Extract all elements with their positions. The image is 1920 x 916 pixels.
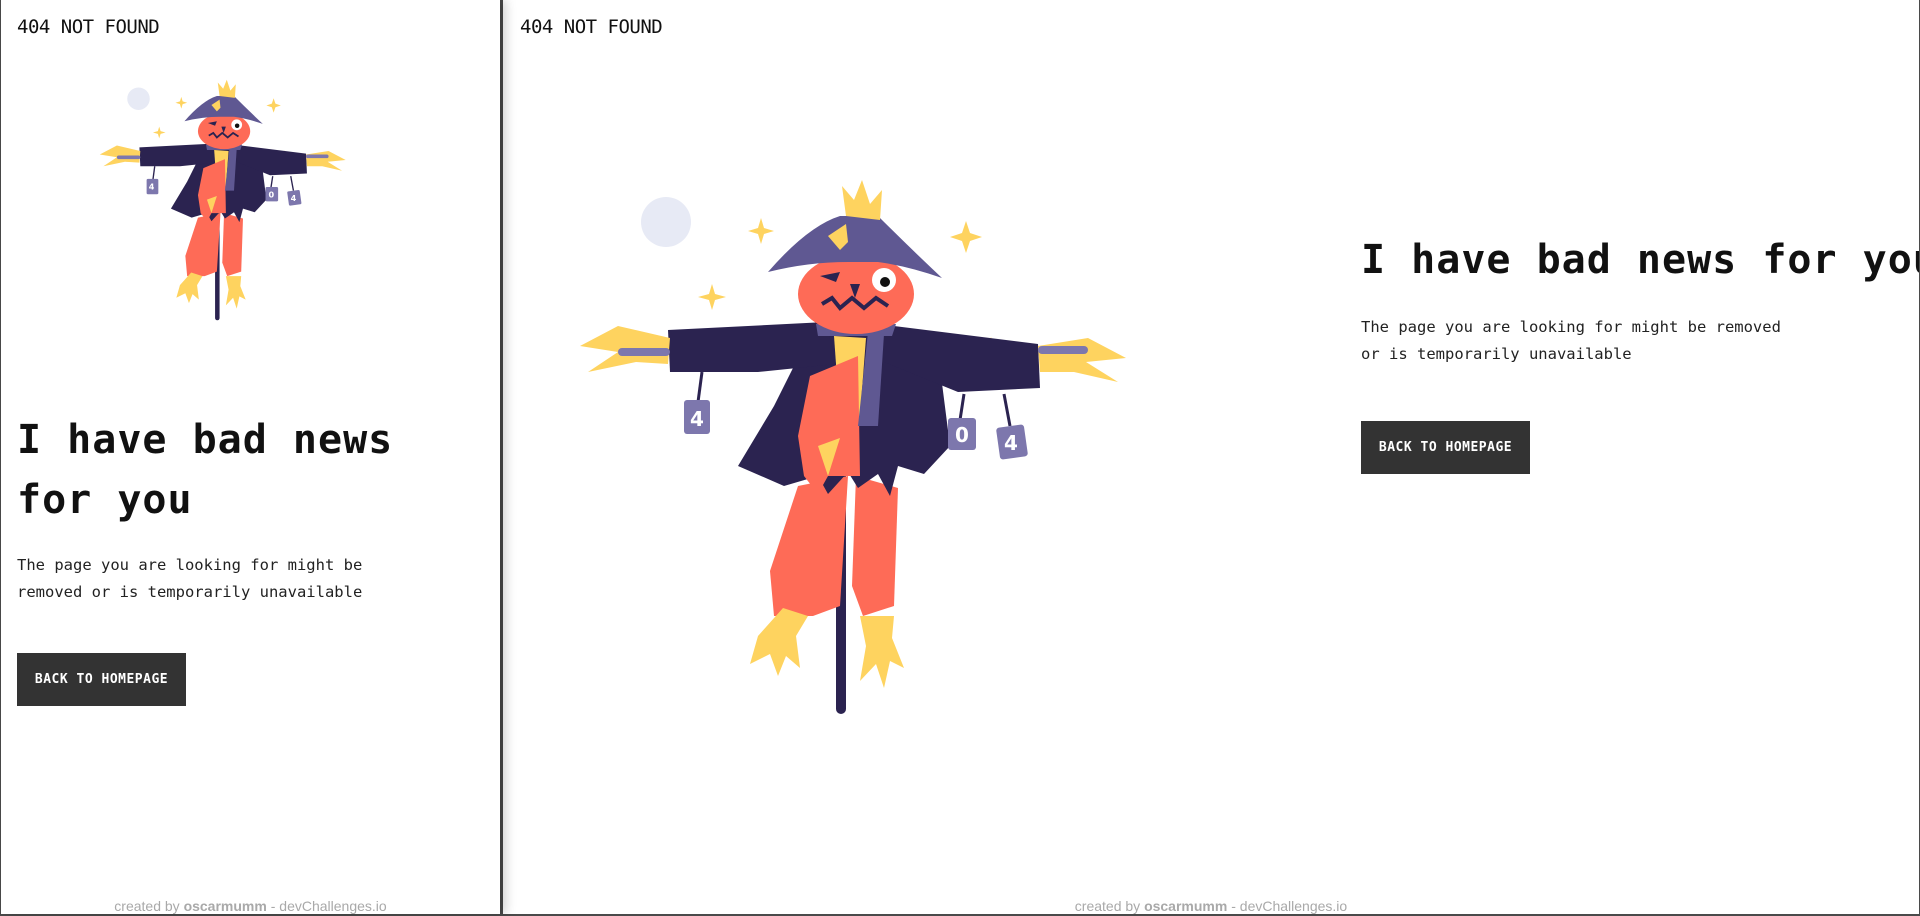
back-to-homepage-button[interactable]: BACK TO HOMEPAGE — [17, 653, 186, 706]
footer-separator: - — [266, 898, 280, 914]
desktop-preview-panel: 404 NOT FOUND 4 0 4 I have bad news for … — [503, 0, 1919, 914]
can-label-1: 4 — [690, 407, 704, 431]
page-heading: I have bad news for you — [17, 417, 394, 523]
scarecrow-illustration-icon: 4 0 4 — [97, 78, 407, 332]
footer-author-link[interactable]: oscarmumm — [184, 898, 267, 914]
scarecrow-illustration-icon: 4 0 4 — [578, 176, 1258, 740]
can-label-3: 4 — [291, 193, 297, 203]
footer-credit: created by oscarmumm - devChallenges.io — [1, 898, 500, 914]
brand-title: 404 NOT FOUND — [520, 16, 663, 38]
can-label-2: 0 — [269, 189, 275, 199]
page-description: The page you are looking for might be re… — [17, 556, 363, 601]
footer-created-by: created by — [114, 898, 184, 914]
footer-credit: created by oscarmumm - devChallenges.io — [503, 898, 1919, 914]
can-label-2: 0 — [955, 423, 969, 447]
brand-title: 404 NOT FOUND — [17, 16, 160, 38]
footer-separator: - — [1227, 898, 1240, 914]
footer-author-link[interactable]: oscarmumm — [1144, 898, 1227, 914]
mobile-preview-panel: 404 NOT FOUND 4 0 4 I have bad news for … — [1, 0, 500, 914]
footer-created-by: created by — [1074, 898, 1145, 914]
footer-site-link[interactable]: devChallenges.io — [1240, 898, 1347, 914]
page-heading: I have bad news for you — [1361, 237, 1919, 283]
footer-site-link[interactable]: devChallenges.io — [279, 898, 386, 914]
can-label-3: 4 — [1004, 431, 1018, 455]
can-label-1: 4 — [149, 182, 155, 192]
page-description: The page you are looking for might be re… — [1361, 318, 1781, 363]
back-to-homepage-button[interactable]: BACK TO HOMEPAGE — [1361, 421, 1530, 474]
